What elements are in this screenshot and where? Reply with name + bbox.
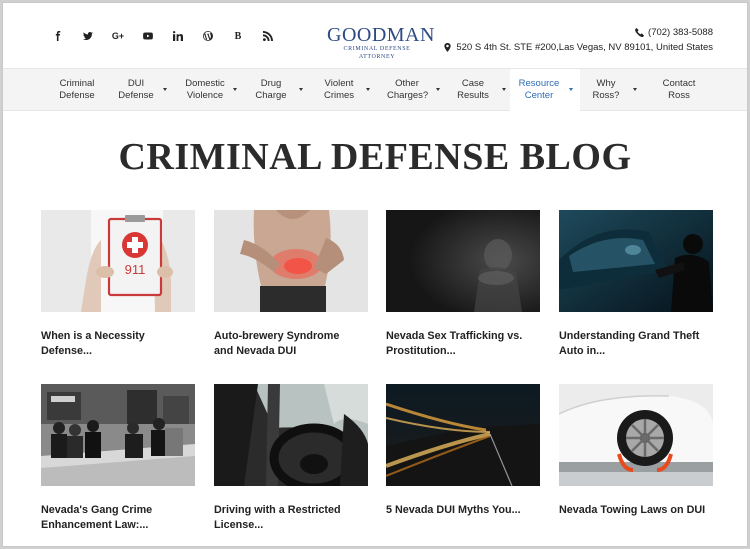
facebook-icon[interactable] (43, 28, 73, 44)
blog-card[interactable]: Nevada's Gang Crime Enhancement Law:... (41, 384, 195, 533)
nav-item-contact-ross[interactable]: Contact Ross (657, 69, 701, 111)
linkedin-icon[interactable] (163, 28, 193, 44)
nav-item-dui-defense[interactable]: DUI Defense (113, 69, 169, 111)
blog-card[interactable]: Understanding Grand Theft Auto in... (559, 210, 713, 359)
post-title-line[interactable]: Driving with a Restricted (214, 504, 341, 516)
chevron-down-icon (436, 88, 440, 91)
post-title-line[interactable]: and Nevada DUI (214, 345, 296, 357)
map-pin-icon (444, 43, 451, 52)
chevron-down-icon (366, 88, 370, 91)
post-title-line[interactable]: Nevada Sex Trafficking vs. (386, 330, 522, 342)
nav-label-line: Ross (668, 90, 690, 101)
main-nav: Criminal Defense DUI Defense Domestic Viole… (3, 68, 747, 111)
nav-item-case-results[interactable]: Case Results (456, 69, 508, 111)
logo-tagline: CRIMINAL DEFENSE ATTORNEY (343, 46, 411, 60)
nav-item-criminal-defense[interactable]: Criminal Defense (51, 69, 103, 111)
post-title-line[interactable]: Prostitution... (386, 345, 456, 357)
badge-911: 911 (125, 262, 146, 277)
nav-label-line: Contact (662, 78, 696, 89)
steering-wheel-image[interactable] (214, 384, 368, 486)
nav-item-violent-crimes[interactable]: Violent Crimes (320, 69, 374, 111)
nav-label-line: Domestic (185, 78, 225, 89)
blogger-icon[interactable]: B (223, 28, 253, 44)
nav-label-line: Results (457, 90, 489, 101)
post-title-line[interactable]: Defense... (41, 345, 92, 357)
nav-item-why-ross[interactable]: Why Ross? (589, 69, 639, 111)
nav-label-line: Criminal (59, 78, 95, 89)
nav-label-line: Resource (518, 78, 560, 89)
nav-label-line: Ross? (592, 90, 620, 101)
youtube-icon[interactable] (133, 28, 163, 44)
chevron-down-icon (233, 88, 237, 91)
nav-item-other-charges[interactable]: Other Charges? (387, 69, 443, 111)
header: G+ B GOODMAN CRIMINAL DEFENSE ATTORNEY (… (3, 3, 747, 68)
social-links: G+ B (43, 28, 283, 44)
post-title-line[interactable]: Auto-brewery Syndrome (214, 330, 339, 342)
contact-info: (702) 383-5088 520 S 4th St. STE #200,La… (443, 25, 713, 55)
phone-icon (635, 28, 644, 37)
site-logo[interactable]: GOODMAN CRIMINAL DEFENSE ATTORNEY (327, 24, 435, 61)
nav-item-drug-charge[interactable]: Drug Charge (253, 69, 307, 111)
towed-car-image[interactable] (559, 384, 713, 486)
post-title-line[interactable]: License... (214, 519, 263, 531)
chevron-down-icon (163, 88, 167, 91)
address-row[interactable]: 520 S 4th St. STE #200,Las Vegas, NV 891… (443, 40, 713, 55)
post-title-line[interactable]: When is a Necessity (41, 330, 145, 342)
nav-label-line: Center (524, 90, 554, 101)
phone-number[interactable]: (702) 383-5088 (648, 25, 713, 40)
nav-label-line: Defense (59, 90, 95, 101)
nav-label-line: Crimes (323, 90, 355, 101)
nav-label-line: Charge (255, 90, 287, 101)
blog-card[interactable]: 5 Nevada DUI Myths You... (386, 384, 540, 518)
night-road-image[interactable] (386, 384, 540, 486)
street-group-image[interactable] (41, 384, 195, 486)
page-title: CRIMINAL DEFENSE BLOG (118, 136, 632, 178)
wordpress-icon[interactable] (193, 28, 223, 44)
phone-row[interactable]: (702) 383-5088 (443, 25, 713, 40)
dark-figure-image[interactable] (386, 210, 540, 312)
chevron-down-icon (569, 88, 573, 91)
stomach-pain-image[interactable] (214, 210, 368, 312)
nav-item-domestic-violence[interactable]: Domestic Violence (181, 69, 241, 111)
nav-label-line: Defense (118, 90, 154, 101)
nav-label-line: Violence (186, 90, 224, 101)
car-thief-image[interactable] (559, 210, 713, 312)
nav-label-line: DUI (127, 78, 145, 89)
twitter-icon[interactable] (73, 28, 103, 44)
nav-label-line: Other (395, 78, 419, 89)
address-text[interactable]: 520 S 4th St. STE #200,Las Vegas, NV 891… (456, 40, 713, 55)
chevron-down-icon (299, 88, 303, 91)
google-plus-icon[interactable]: G+ (103, 28, 133, 44)
nav-label-line: Case (461, 78, 485, 89)
post-title-line[interactable]: 5 Nevada DUI Myths You... (386, 504, 521, 516)
nav-label-line: Charges? (387, 90, 429, 101)
blog-card[interactable]: Driving with a Restricted License... (214, 384, 368, 533)
blog-card[interactable]: Nevada Towing Laws on DUI (559, 384, 713, 518)
post-title-line[interactable]: Nevada Towing Laws on DUI (559, 504, 705, 516)
rss-icon[interactable] (253, 28, 283, 44)
post-title-line[interactable]: Understanding Grand Theft (559, 330, 699, 342)
chevron-down-icon (633, 88, 637, 91)
nav-item-resource-center[interactable]: Resource Center (510, 69, 580, 111)
blog-card[interactable]: Nevada Sex Trafficking vs. Prostitution..… (386, 210, 540, 359)
911-clipboard-image[interactable]: 911 (41, 210, 195, 312)
nav-label-line: Violent (324, 78, 354, 89)
blog-card[interactable]: Auto-brewery Syndrome and Nevada DUI (214, 210, 368, 359)
post-title-line[interactable]: Nevada's Gang Crime (41, 504, 152, 516)
blog-card[interactable]: 911 When is a Necessity Defense... (41, 210, 195, 359)
page-frame: G+ B GOODMAN CRIMINAL DEFENSE ATTORNEY (… (2, 2, 748, 547)
nav-label-line: Why (596, 78, 616, 89)
post-title-line[interactable]: Enhancement Law:... (41, 519, 148, 531)
post-title-line[interactable]: Auto in... (559, 345, 605, 357)
nav-label-line: Drug (260, 78, 282, 89)
logo-name: GOODMAN (327, 24, 435, 46)
chevron-down-icon (502, 88, 506, 91)
